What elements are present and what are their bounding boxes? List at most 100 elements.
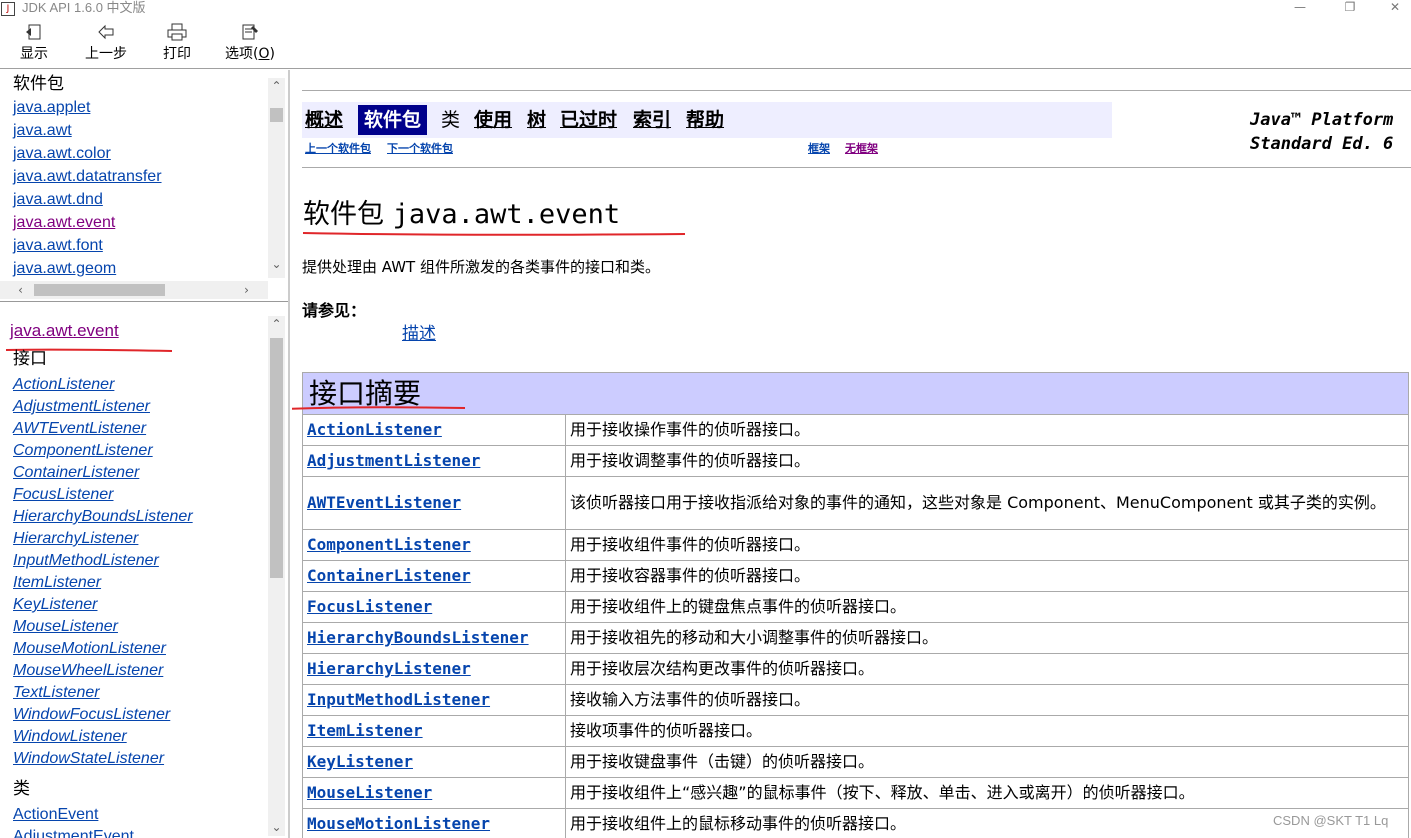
interface-link[interactable]: ContainerListener — [13, 464, 139, 481]
interface-list-item: ComponentListener — [13, 440, 193, 462]
scroll-up-arrow-icon[interactable]: ⌃ — [268, 316, 285, 333]
nav-help[interactable]: 帮助 — [686, 107, 724, 133]
toolbar: 显示 上一步 打印 选项(O) — [0, 20, 1411, 69]
horizontal-scrollbar-thumb[interactable] — [34, 284, 165, 296]
interface-link[interactable]: MouseListener — [13, 618, 118, 635]
nav-tree[interactable]: 树 — [527, 107, 546, 133]
interface-link[interactable]: KeyListener — [13, 596, 98, 613]
interface-description-cell: 接收项事件的侦听器接口。 — [565, 715, 1409, 747]
print-button[interactable]: 打印 — [157, 23, 197, 67]
package-list-scrollbar[interactable]: ⌃ ⌄ — [268, 78, 285, 278]
interface-list-item: KeyListener — [13, 594, 193, 616]
maximize-button[interactable]: ❐ — [1330, 0, 1370, 18]
classes-scrollbar[interactable]: ⌃ ⌄ — [268, 316, 285, 836]
interface-description-cell: 用于接收操作事件的侦听器接口。 — [565, 414, 1409, 446]
interface-link[interactable]: ActionListener — [13, 376, 114, 393]
interface-link[interactable]: HierarchyBoundsListener — [13, 508, 193, 525]
scrollbar-thumb[interactable] — [270, 108, 283, 122]
scroll-up-arrow-icon[interactable]: ⌃ — [268, 78, 285, 95]
interface-summary-link[interactable]: HierarchyListener — [307, 659, 471, 678]
package-link[interactable]: java.awt.font — [13, 237, 103, 254]
interface-summary-link[interactable]: FocusListener — [307, 597, 432, 616]
interface-description-cell: 用于接收容器事件的侦听器接口。 — [565, 560, 1409, 592]
prev-package-link[interactable]: 上一个软件包 — [305, 141, 371, 157]
interface-name-cell: KeyListener — [302, 746, 566, 778]
interface-description-cell: 接收输入方法事件的侦听器接口。 — [565, 684, 1409, 716]
scrollbar-thumb[interactable] — [270, 338, 283, 578]
no-frames-link[interactable]: 无框架 — [845, 141, 878, 157]
package-list-item: java.awt.event — [13, 212, 162, 235]
interface-link[interactable]: AdjustmentListener — [13, 398, 150, 415]
interface-summary-link[interactable]: AdjustmentListener — [307, 451, 480, 470]
interface-link[interactable]: InputMethodListener — [13, 552, 159, 569]
frames-link[interactable]: 框架 — [808, 141, 830, 157]
package-link[interactable]: java.awt.geom — [13, 260, 116, 277]
scroll-down-arrow-icon[interactable]: ⌄ — [268, 819, 285, 836]
nav-overview[interactable]: 概述 — [305, 107, 343, 133]
scroll-down-arrow-icon[interactable]: ⌄ — [268, 256, 285, 273]
package-link[interactable]: java.awt.color — [13, 145, 111, 162]
package-link[interactable]: java.awt.datatransfer — [13, 168, 162, 185]
table-row: MouseListener 用于接收组件上“感兴趣”的鼠标事件（按下、释放、单击、… — [302, 777, 1409, 809]
table-row: MouseMotionListener 用于接收组件上的鼠标移动事件的侦听器接口。 — [302, 808, 1409, 838]
package-link[interactable]: java.applet — [13, 99, 90, 116]
interface-link[interactable]: MouseMotionListener — [13, 640, 166, 657]
description-link[interactable]: 描述 — [402, 323, 436, 345]
interface-summary-link[interactable]: HierarchyBoundsListener — [307, 628, 529, 647]
interface-link[interactable]: HierarchyListener — [13, 530, 138, 547]
interface-name-cell: ActionListener — [302, 414, 566, 446]
minimize-button[interactable]: — — [1280, 0, 1320, 18]
options-button[interactable]: 选项(O) — [220, 23, 280, 67]
scroll-right-arrow-icon[interactable]: › — [238, 281, 255, 299]
left-navigation-pane: 软件包 java.applet java.awt java.awt.color jav… — [0, 70, 290, 838]
next-package-link[interactable]: 下一个软件包 — [387, 141, 453, 157]
class-link[interactable]: ActionEvent — [13, 806, 98, 823]
red-annotation-underline — [302, 232, 686, 236]
package-list-item: java.applet — [13, 97, 162, 120]
show-button[interactable]: 显示 — [14, 23, 54, 67]
interface-link[interactable]: WindowFocusListener — [13, 706, 170, 723]
current-package-link[interactable]: java.awt.event — [10, 320, 119, 342]
app-icon: J — [1, 2, 15, 16]
interface-description-cell: 用于接收调整事件的侦听器接口。 — [565, 445, 1409, 477]
interface-list-item: AWTEventListener — [13, 418, 193, 440]
interface-summary-link[interactable]: ComponentListener — [307, 535, 471, 554]
package-link[interactable]: java.awt.event — [13, 214, 115, 231]
interface-link[interactable]: ComponentListener — [13, 442, 153, 459]
table-row: HierarchyBoundsListener 用于接收祖先的移动和大小调整事件的… — [302, 622, 1409, 654]
scroll-left-arrow-icon[interactable]: ‹ — [12, 281, 29, 299]
interface-list-item: ItemListener — [13, 572, 193, 594]
close-button[interactable]: ✕ — [1375, 0, 1411, 18]
interface-summary-link[interactable]: MouseListener — [307, 783, 432, 802]
top-navigation-bar: 概述 软件包 类 使用 树 已过时 索引 帮助 — [302, 102, 1112, 138]
nav-index[interactable]: 索引 — [633, 107, 671, 133]
interface-summary-link[interactable]: AWTEventListener — [307, 493, 461, 512]
package-list-horizontal-scrollbar[interactable]: ‹ › — [0, 281, 268, 299]
class-link[interactable]: AdjustmentEvent — [13, 828, 134, 838]
show-icon — [14, 23, 54, 45]
interface-summary-link[interactable]: ContainerListener — [307, 566, 471, 585]
interface-link[interactable]: FocusListener — [13, 486, 114, 503]
interface-link[interactable]: ItemListener — [13, 574, 101, 591]
interface-summary-link[interactable]: ItemListener — [307, 721, 423, 740]
interface-name-cell: ComponentListener — [302, 529, 566, 561]
interface-summary-link[interactable]: MouseMotionListener — [307, 814, 490, 833]
interface-name-cell: FocusListener — [302, 591, 566, 623]
interface-link[interactable]: TextListener — [13, 684, 100, 701]
interface-list: ActionListener AdjustmentListener AWTEvent… — [13, 374, 193, 770]
interface-summary-link[interactable]: InputMethodListener — [307, 690, 490, 709]
nav-use[interactable]: 使用 — [474, 107, 512, 133]
package-link[interactable]: java.awt.dnd — [13, 191, 103, 208]
interface-summary-link[interactable]: ActionListener — [307, 420, 442, 439]
interface-link[interactable]: WindowStateListener — [13, 750, 164, 767]
nav-deprecated[interactable]: 已过时 — [560, 107, 617, 133]
interface-link[interactable]: AWTEventListener — [13, 420, 146, 437]
interface-list-item: HierarchyListener — [13, 528, 193, 550]
interface-link[interactable]: WindowListener — [13, 728, 127, 745]
class-list-item: AdjustmentEvent — [13, 826, 134, 838]
back-button[interactable]: 上一步 — [80, 23, 132, 67]
interface-link[interactable]: MouseWheelListener — [13, 662, 163, 679]
interface-name-cell: HierarchyListener — [302, 653, 566, 685]
interface-summary-link[interactable]: KeyListener — [307, 752, 413, 771]
package-link[interactable]: java.awt — [13, 122, 72, 139]
